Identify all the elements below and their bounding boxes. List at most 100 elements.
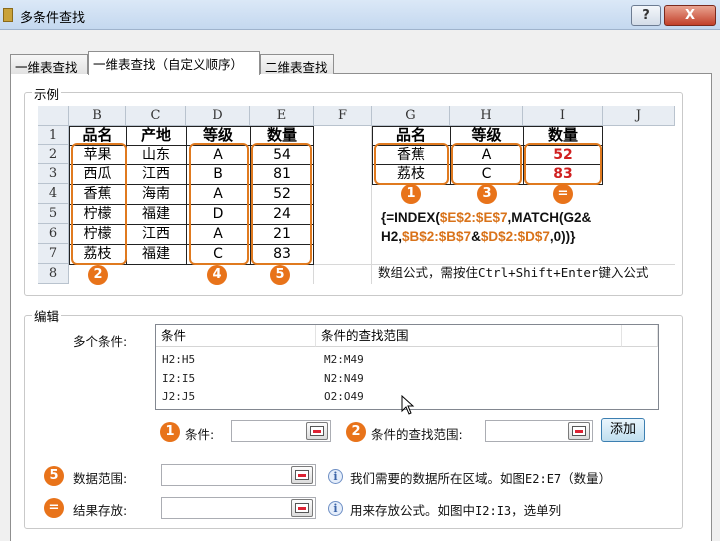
example-group-label: 示例 (32, 84, 62, 103)
list-cell[interactable]: J2:J5 (162, 390, 195, 403)
row-header: 3 (38, 164, 69, 184)
list-col-header-filler (622, 325, 658, 347)
row-header: 6 (38, 224, 69, 244)
close-button[interactable]: X (664, 5, 716, 26)
badge-5: 5 (44, 466, 64, 486)
tab-two-dim[interactable]: 二维表查找 (260, 54, 334, 75)
edit-group-label: 编辑 (32, 306, 62, 325)
table-header-cell: 数量 (266, 126, 297, 144)
row-header: 4 (38, 184, 69, 204)
result-storage-label: 结果存放: (73, 503, 128, 518)
badge-equals: = (553, 184, 573, 204)
list-col-header[interactable]: 条件的查找范围 (316, 325, 622, 347)
info-text-part: ，选单列 (511, 503, 562, 518)
highlight-box-i (524, 143, 602, 185)
info-text-part: 我们需要的数据所在区域。如图 (350, 471, 526, 486)
range-picker-icon (295, 503, 309, 513)
table-cell: 江西 (142, 226, 170, 242)
app-icon (3, 8, 13, 22)
formula-part: ,0))} (549, 229, 576, 244)
badge-2: 2 (346, 422, 366, 442)
row-header: 2 (38, 145, 69, 164)
badge-2: 2 (88, 265, 108, 285)
list-cell[interactable]: N2:N49 (324, 372, 364, 385)
formula-part: $E$2:$E$7 (439, 210, 508, 225)
table-header-cell: 等级 (471, 126, 502, 144)
range-picker-icon (310, 426, 324, 436)
window-title: 多条件查找 (20, 11, 86, 26)
row-header: 5 (38, 204, 69, 224)
table-cell: 福建 (142, 206, 170, 222)
badge-4: 4 (207, 265, 227, 285)
list-cell[interactable]: M2:M49 (324, 353, 364, 366)
row-header: 7 (38, 244, 69, 264)
info-icon: i (328, 469, 343, 484)
list-cell[interactable]: O2:O49 (324, 390, 364, 403)
title-bar: 多条件查找 ? X (0, 0, 720, 30)
range-picker-icon (572, 426, 586, 436)
tab-one-dim-custom[interactable]: 一维表查找（自定义顺序） (88, 51, 260, 75)
badge-1: 1 (160, 422, 180, 442)
info-text-part: E2:E7 (525, 472, 562, 486)
badge-1: 1 (401, 184, 421, 204)
table-header-cell: 品名 (82, 126, 113, 144)
mouse-cursor-icon (401, 395, 415, 415)
range-picker-button[interactable] (291, 466, 313, 484)
formula-part: H2, (381, 229, 403, 244)
table-header-cell: 产地 (140, 126, 171, 144)
formula-part: {=INDEX( (381, 210, 440, 225)
list-cell[interactable]: I2:I5 (162, 372, 195, 385)
add-button[interactable]: 添加 (601, 418, 645, 442)
table-header-cell: 数量 (547, 126, 578, 144)
result-storage-info: 用来存放公式。如图中I2:I3，选单列 (350, 500, 561, 519)
info-text-part: 用来存放公式。如图中 (350, 503, 476, 518)
formula-part: $B$2:$B$7 (402, 229, 472, 244)
formula-part: ,MATCH(G2& (507, 210, 592, 225)
info-text-part: I2:I3 (475, 504, 512, 518)
list-col-header[interactable]: 条件 (156, 325, 316, 347)
badge-equals: = (44, 498, 64, 518)
condition-input[interactable] (231, 420, 331, 442)
badge-3: 3 (477, 184, 497, 204)
data-range-label: 数据范围: (73, 471, 128, 486)
highlight-box-b (71, 143, 127, 265)
example-spreadsheet: B C D E F G H I J 1 2 3 4 5 6 7 8 品名 产地 … (38, 106, 675, 285)
list-cell[interactable]: H2:H5 (162, 353, 195, 366)
table-header-cell: 等级 (202, 126, 233, 144)
highlight-box-g (374, 143, 449, 185)
table-header-cell: 品名 (395, 126, 426, 144)
multi-conditions-label: 多个条件: (73, 334, 128, 349)
data-range-input[interactable] (161, 464, 316, 486)
condition-range-label: 条件的查找范围: (371, 427, 463, 442)
col-header-f: F (314, 106, 372, 126)
col-header-j: J (603, 106, 675, 126)
help-button[interactable]: ? (631, 5, 661, 26)
info-text-part: （数量） (561, 471, 612, 486)
col-header-i: I (523, 106, 603, 126)
range-picker-button[interactable] (291, 499, 313, 517)
range-picker-button[interactable] (568, 422, 590, 440)
col-header-b: B (69, 106, 126, 126)
highlight-box-h (451, 143, 522, 185)
array-formula-note: 数组公式，需按住Ctrl+Shift+Enter键入公式 (378, 265, 649, 280)
col-header-h: H (450, 106, 523, 126)
condition-range-input[interactable] (485, 420, 593, 442)
condition-label: 条件: (185, 427, 215, 442)
table-cell: 山东 (142, 147, 170, 163)
result-storage-input[interactable] (161, 497, 316, 519)
sheet-corner (38, 106, 69, 126)
table-cell: 海南 (142, 186, 170, 202)
col-header-c: C (126, 106, 186, 126)
table-cell: 福建 (142, 246, 170, 262)
formula-part: $D$2:$D$7 (480, 229, 550, 244)
table-cell: 江西 (142, 166, 170, 182)
highlight-box-e (251, 143, 312, 265)
row-header: 1 (38, 126, 69, 145)
range-picker-button[interactable] (306, 422, 328, 440)
formula-text: {=INDEX($E$2:$E$7,MATCH(G2& H2,$B$2:$B$7… (381, 208, 591, 246)
badge-5: 5 (270, 265, 290, 285)
col-header-d: D (186, 106, 250, 126)
col-header-g: G (372, 106, 450, 126)
tab-one-dim[interactable]: 一维表查找 (10, 54, 88, 75)
formula-part: & (471, 229, 481, 244)
